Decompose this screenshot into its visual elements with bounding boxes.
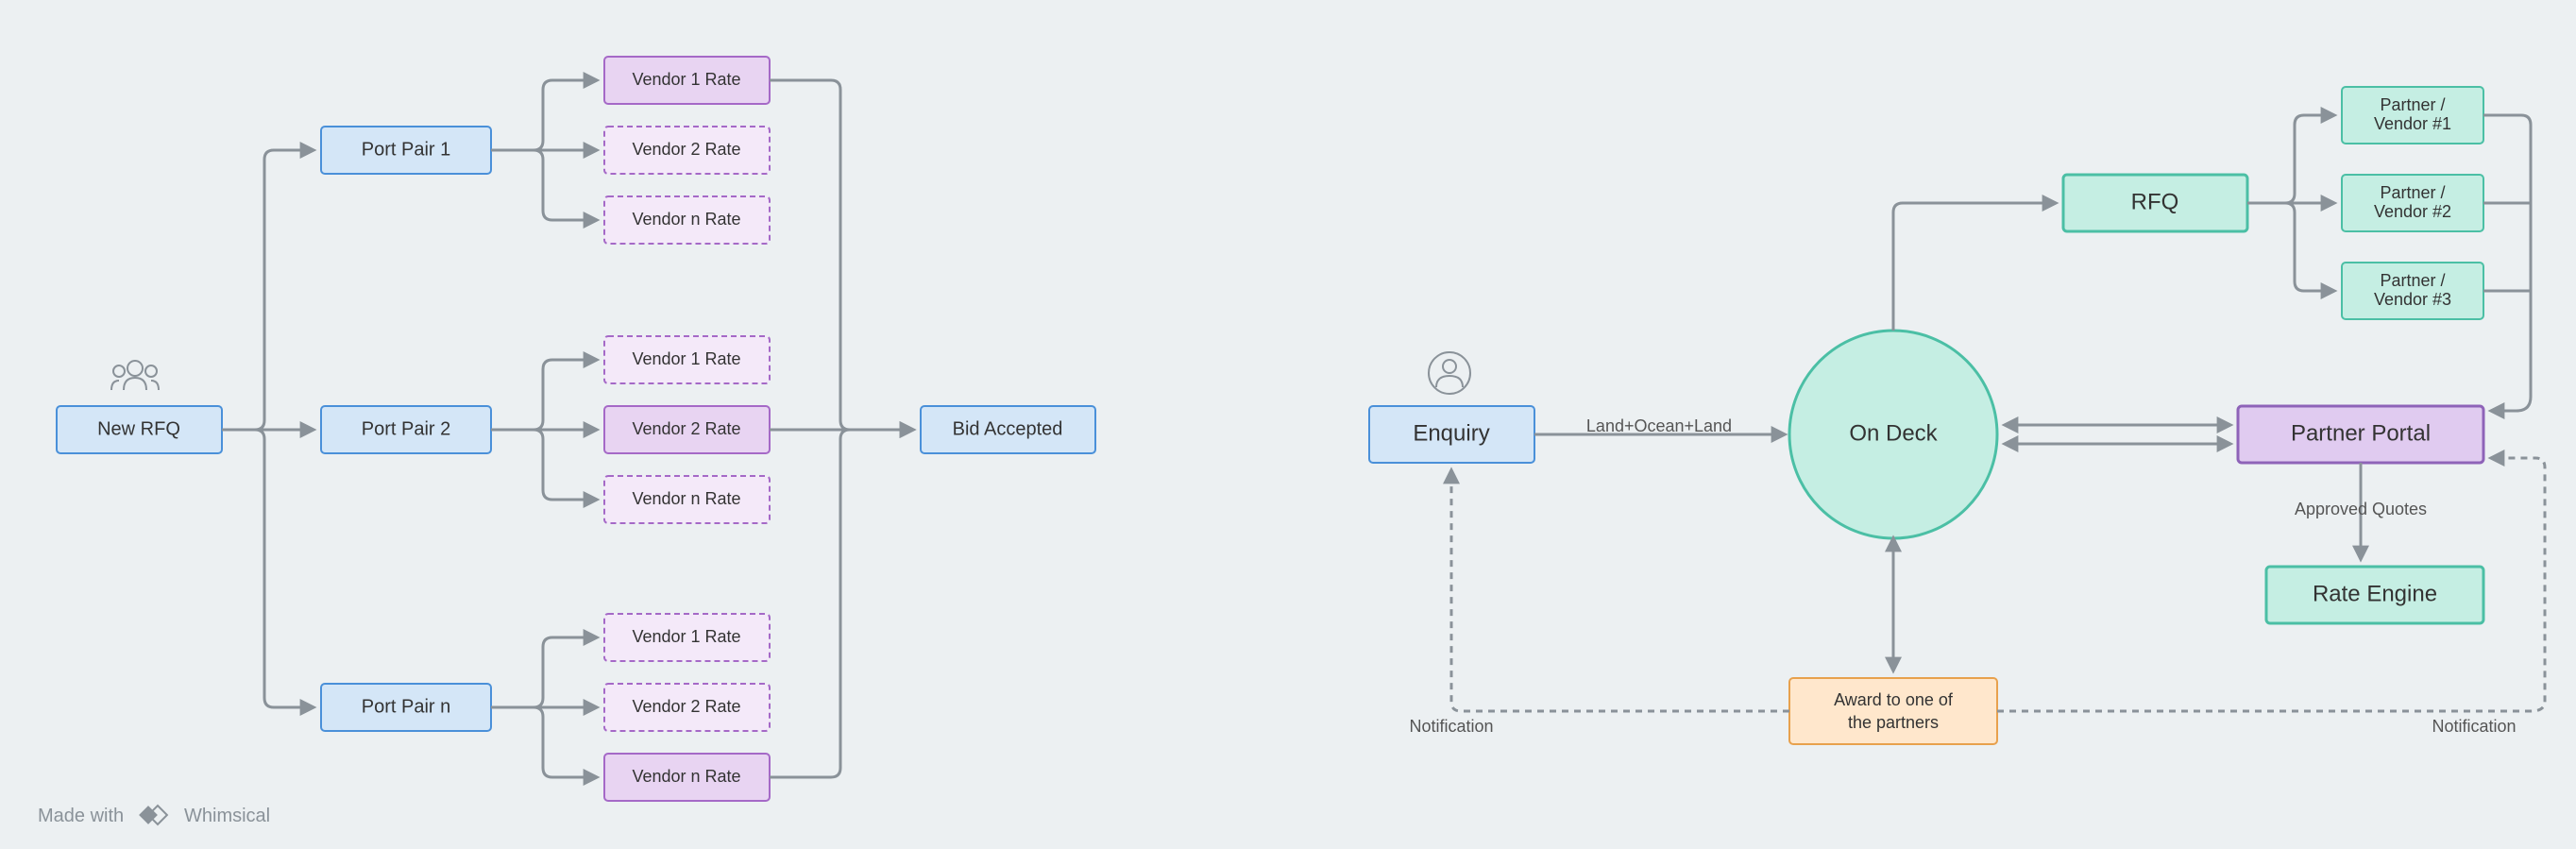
- vendor-rate-g1-2-label: Vendor 2 Rate: [632, 140, 740, 159]
- footer-made-with: Made with: [38, 806, 124, 826]
- partner-2-label: Partner /Vendor #2: [2374, 183, 2451, 221]
- edge-partners-portal: [2483, 115, 2531, 411]
- award-label-2: the partners: [1848, 713, 1939, 732]
- whimsical-icon: [139, 806, 167, 824]
- vendor-rate-g3-2-label: Vendor 2 Rate: [632, 697, 740, 716]
- vendor-rate-g2-1-label: Vendor 1 Rate: [632, 349, 740, 368]
- notification-left-label: Notification: [1409, 717, 1493, 736]
- award-node: [1789, 678, 1997, 744]
- partner-1-label: Partner /Vendor #1: [2374, 95, 2451, 133]
- edge-pp2-v1: [491, 360, 597, 430]
- edge-ppn-v3: [491, 707, 597, 777]
- partner-portal-label: Partner Portal: [2291, 420, 2431, 446]
- edge-ppn-v1: [491, 637, 597, 707]
- edge-pp2-v3: [491, 430, 597, 500]
- people-icon: [111, 361, 159, 390]
- port-pair-1-label: Port Pair 1: [362, 139, 450, 160]
- edge-ondeck-rfq: [1893, 203, 2056, 331]
- vendor-rate-g3-3-label: Vendor n Rate: [632, 767, 740, 786]
- partner-3-label: Partner /Vendor #3: [2374, 271, 2451, 309]
- edge-rfq-pp1: [222, 150, 314, 430]
- edge-v3-bid: [770, 430, 913, 777]
- footer-branding: Made with Whimsical: [38, 806, 270, 826]
- edge-rfq-p1: [2247, 115, 2334, 203]
- port-pair-n-label: Port Pair n: [362, 696, 450, 717]
- award-label-1: Award to one of: [1834, 690, 1954, 709]
- enquiry-label: Enquiry: [1413, 420, 1489, 446]
- notification-right-label: Notification: [2432, 717, 2516, 736]
- edge-rfq-p3: [2247, 203, 2334, 291]
- edge-enquiry-ondeck-label: Land+Ocean+Land: [1586, 416, 1732, 435]
- footer-brand: Whimsical: [184, 806, 270, 826]
- vendor-rate-g2-3-label: Vendor n Rate: [632, 489, 740, 508]
- new-rfq-label: New RFQ: [97, 418, 180, 439]
- rate-engine-label: Rate Engine: [2313, 581, 2437, 606]
- user-icon: [1429, 352, 1470, 394]
- vendor-rate-g3-1-label: Vendor 1 Rate: [632, 627, 740, 646]
- vendor-rate-g1-1-label: Vendor 1 Rate: [632, 70, 740, 89]
- bid-accepted-label: Bid Accepted: [953, 418, 1063, 439]
- vendor-rate-g1-3-label: Vendor n Rate: [632, 210, 740, 229]
- on-deck-label: On Deck: [1849, 420, 1938, 446]
- diagram-canvas: New RFQ Port Pair 1 Port Pair 2 Port Pai…: [0, 0, 2576, 849]
- edge-pp1-v3: [491, 150, 597, 220]
- port-pair-2-label: Port Pair 2: [362, 418, 450, 439]
- edge-v1-bid: [770, 80, 913, 430]
- edge-award-enquiry-notif: [1451, 470, 1789, 711]
- edge-pp1-v1: [491, 80, 597, 150]
- edge-rfq-ppn: [222, 430, 314, 707]
- vendor-rate-g2-2-label: Vendor 2 Rate: [632, 419, 740, 438]
- approved-quotes-label: Approved Quotes: [2295, 500, 2427, 518]
- rfq-label: RFQ: [2131, 189, 2179, 214]
